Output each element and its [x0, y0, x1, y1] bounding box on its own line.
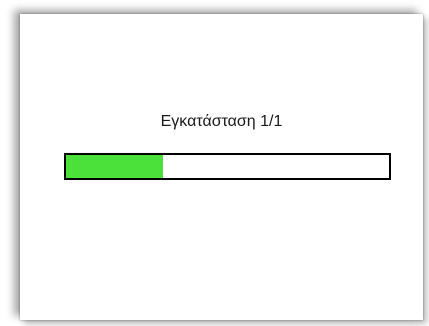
install-progress-bar: [64, 153, 391, 180]
install-progress-dialog: Εγκατάσταση 1/1: [20, 14, 423, 320]
install-status-label: Εγκατάσταση 1/1: [160, 113, 283, 130]
progress-bar-fill: [66, 155, 163, 178]
